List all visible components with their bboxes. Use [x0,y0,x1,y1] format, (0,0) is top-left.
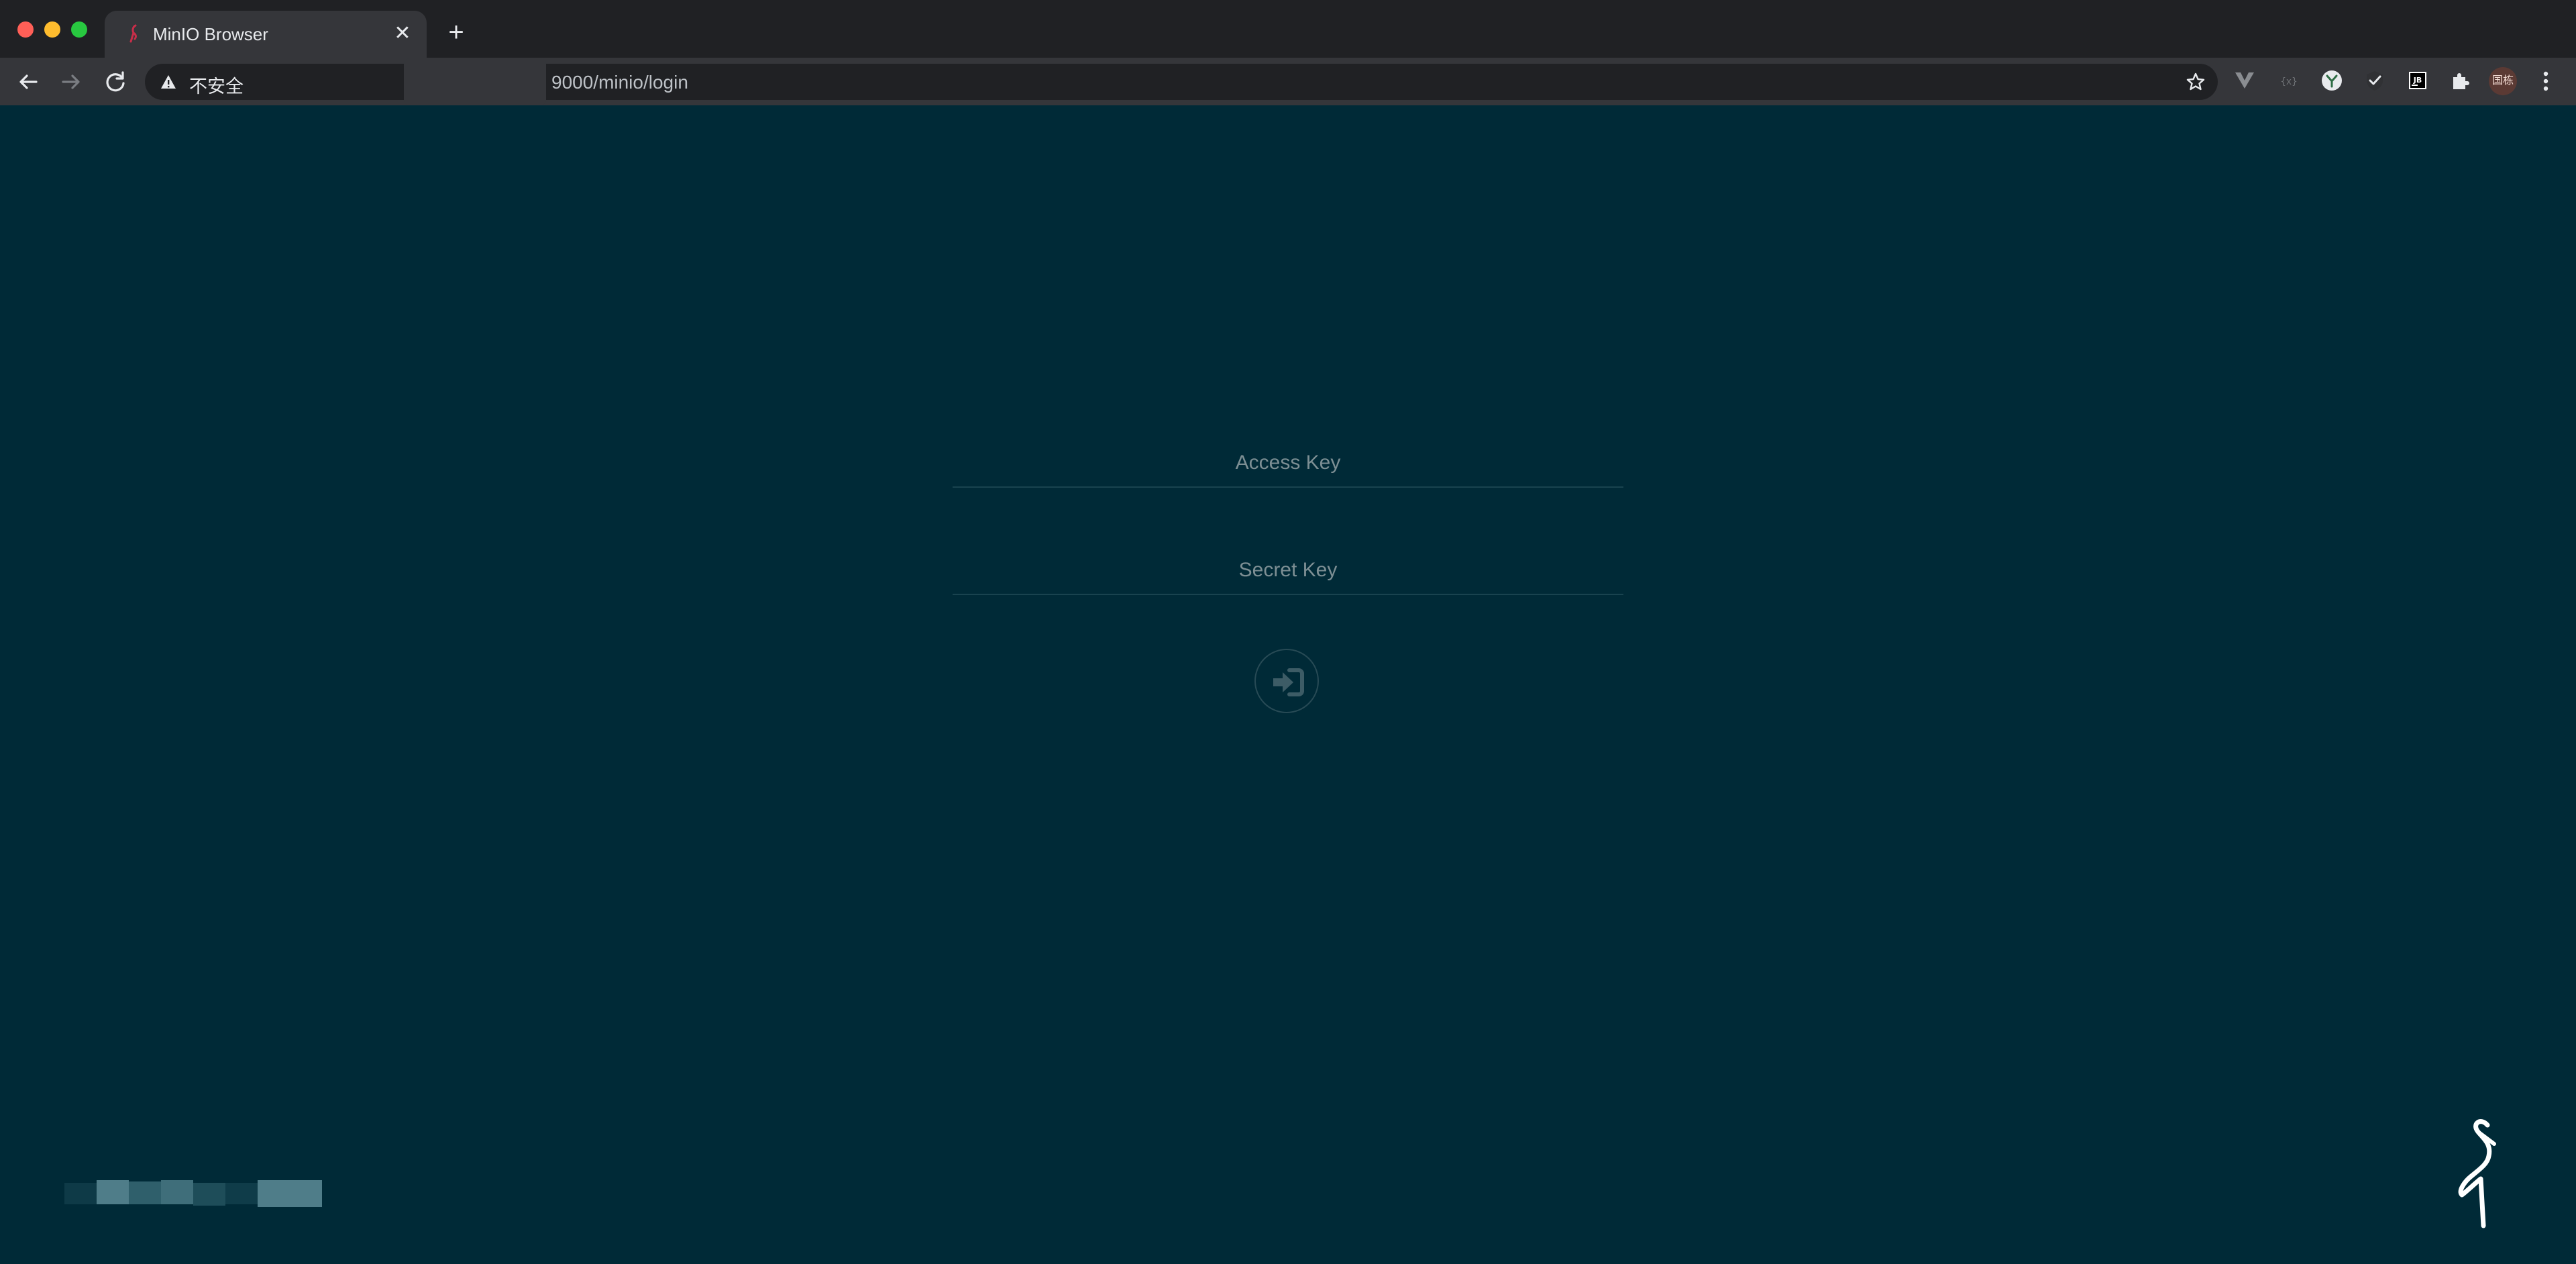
browser-toolbar: 不安全 9000/minio/login [0,58,2576,105]
security-label: 不安全 [189,76,244,97]
maximize-window-button[interactable] [71,21,87,38]
warning-triangle-icon [161,75,176,89]
back-arrow-icon[interactable] [13,67,43,97]
login-form [953,427,1623,713]
sign-in-icon [1273,668,1304,696]
redacted-version-block [64,1180,322,1207]
svg-text:{x}: {x} [2280,76,2297,87]
minimize-window-button[interactable] [44,21,60,38]
access-key-field-group [953,427,1623,535]
access-key-input[interactable] [953,427,1623,488]
secret-key-field-group [953,535,1623,642]
tab-minio-browser[interactable]: MinIO Browser ✕ [105,11,427,58]
profile-avatar[interactable]: 国栋 [2489,67,2517,95]
reload-icon[interactable] [101,67,130,97]
redacted-host-block [404,58,546,105]
tab-strip: MinIO Browser ✕ + [0,0,2576,58]
forward-arrow-icon[interactable] [56,67,86,97]
url-text: 9000/minio/login [551,72,688,93]
star-icon[interactable] [2186,72,2206,92]
minio-login-page [0,105,2576,1264]
more-menu-icon[interactable] [2536,67,2556,95]
secret-key-input[interactable] [953,535,1623,595]
tab-close-icon[interactable]: ✕ [390,21,415,46]
new-tab-button[interactable]: + [443,19,470,46]
puzzle-extensions-icon[interactable] [2447,67,2474,94]
tab-title: MinIO Browser [153,24,268,44]
vimium-extension-icon[interactable] [2231,67,2258,94]
json-extension-icon[interactable]: {x} [2275,67,2302,94]
minio-flamingo-logo [2458,1119,2496,1228]
svg-text:JB: JB [2413,76,2422,85]
minio-favicon-icon [129,24,137,43]
login-submit-button[interactable] [1254,649,1319,713]
close-window-button[interactable] [17,21,34,38]
yoroi-extension-icon[interactable] [2318,67,2345,94]
address-bar[interactable]: 不安全 9000/minio/login [145,58,2218,105]
browser-chrome: MinIO Browser ✕ + 不安全 9000/minio/login {… [0,0,2576,105]
jetbrains-extension-icon[interactable]: JB [2404,67,2431,94]
shield-check-extension-icon[interactable] [2361,67,2388,94]
